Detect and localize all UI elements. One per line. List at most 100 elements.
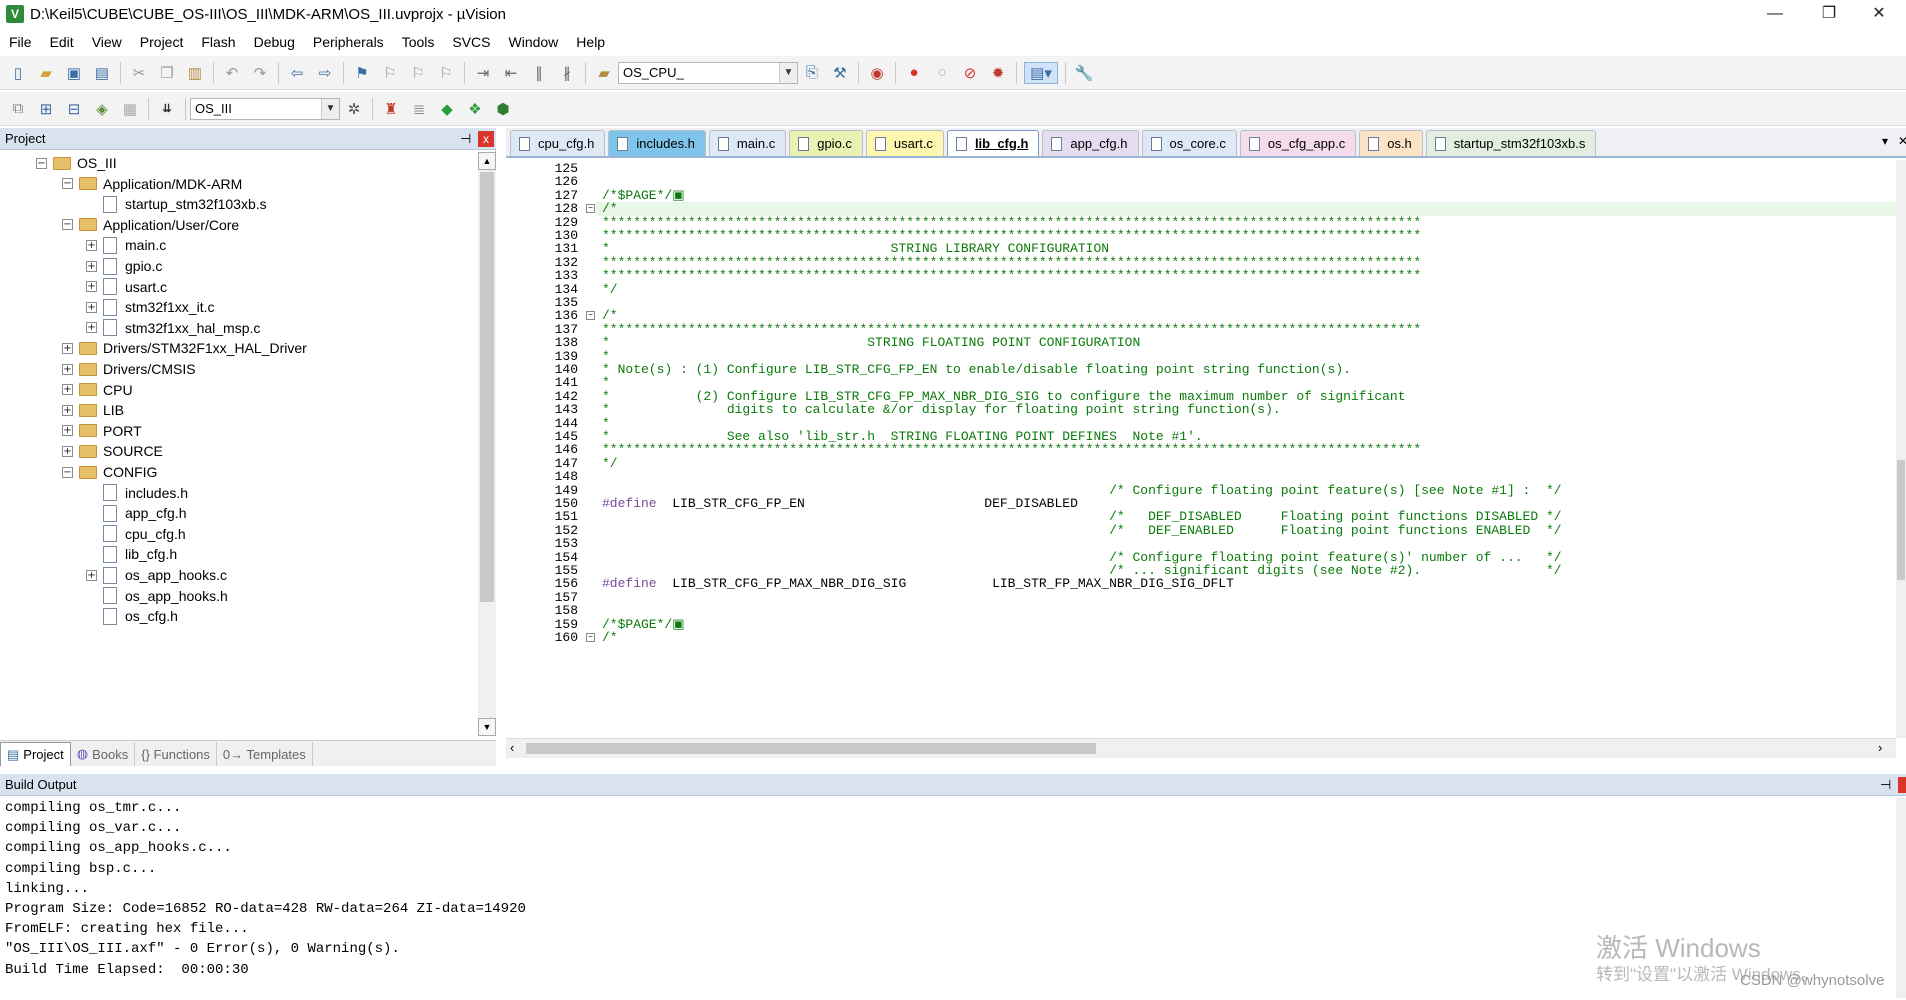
collapse-icon[interactable]: − [62,466,73,478]
expand-icon[interactable]: + [62,445,73,457]
menu-tools[interactable]: Tools [393,34,444,50]
tab-templates[interactable]: 0→ Templates [217,742,313,766]
tab-functions[interactable]: {} Functions [135,742,217,766]
pin-icon[interactable]: ⊣ [460,131,471,147]
tree-item[interactable]: os_app_hooks.h [86,585,228,607]
tree-item[interactable]: + main.c [86,234,166,256]
chevron-down-icon[interactable]: ▼ [779,62,797,83]
find-icon[interactable]: ⎘ [801,62,823,84]
prev-bookmark-icon[interactable]: ⚐ [379,62,401,84]
code-area[interactable]: 125 126 127/*$PAGE*/▣ 128−/* 129 ************… [506,160,1896,738]
tree-item[interactable]: startup_stm32f103xb.s [86,193,267,215]
tree-item[interactable]: − Application/User/Core [62,214,239,236]
insert-breakpoint-icon[interactable]: ● [903,62,925,84]
tree-item[interactable]: + gpio.c [86,255,162,277]
tree-item[interactable]: + usart.c [86,276,167,298]
redo-icon[interactable]: ↷ [249,62,271,84]
configure-icon[interactable]: 🔧 [1073,62,1095,84]
expand-icon[interactable]: + [62,404,73,416]
scroll-right-icon[interactable]: › [1878,740,1882,755]
fold-toggle-icon[interactable]: − [586,204,595,214]
editor-vscroll-thumb[interactable] [1897,460,1905,580]
save-all-icon[interactable]: ▤ [91,62,113,84]
collapse-icon[interactable]: − [62,219,73,231]
disable-breakpoints-icon[interactable]: ⊘ [959,62,981,84]
menu-help[interactable]: Help [567,34,614,50]
uncomment-icon[interactable]: ∦ [556,62,578,84]
incremental-find-icon[interactable]: ⚒ [829,62,851,84]
project-scrollbar[interactable]: ▲ ▼ [478,152,496,736]
translate-icon[interactable]: ⧉ [7,98,29,120]
undo-icon[interactable]: ↶ [221,62,243,84]
target-options-icon[interactable]: ✲ [343,98,365,120]
copy-icon[interactable]: ❐ [156,62,178,84]
menu-flash[interactable]: Flash [192,34,244,50]
paste-icon[interactable]: ▥ [184,62,206,84]
editor-tab[interactable]: lib_cfg.h [946,130,1040,156]
close-panel-icon[interactable] [1898,777,1906,793]
scroll-left-icon[interactable]: ‹ [510,740,514,755]
expand-icon[interactable]: + [62,384,73,396]
download-load-icon[interactable]: ⇊ [156,98,178,120]
cut-icon[interactable]: ✂ [128,62,150,84]
expand-icon[interactable]: + [86,260,97,272]
tab-books[interactable]: ◍ Books [71,742,136,766]
tree-item[interactable]: includes.h [86,482,188,504]
editor-tab[interactable]: cpu_cfg.h [510,130,606,156]
menu-file[interactable]: File [0,34,41,50]
editor-tab[interactable]: usart.c [865,130,944,156]
start-debug-icon[interactable]: ◉ [866,62,888,84]
tree-item[interactable]: − Application/MDK-ARM [62,173,242,195]
scroll-up-icon[interactable]: ▲ [478,152,496,170]
pin-icon[interactable]: ⊣ [1880,777,1891,793]
manage-project-items-icon[interactable]: ♜ [380,98,402,120]
editor-tab[interactable]: os.h [1359,130,1423,156]
tree-item[interactable]: + Drivers/STM32F1xx_HAL_Driver [62,337,307,359]
tree-item[interactable]: lib_cfg.h [86,543,177,565]
expand-icon[interactable]: + [86,239,97,251]
project-scroll-thumb[interactable] [480,172,494,602]
menu-svcs[interactable]: SVCS [443,34,499,50]
indent-icon[interactable]: ⇥ [472,62,494,84]
comment-icon[interactable]: ∥ [528,62,550,84]
tree-item[interactable]: + SOURCE [62,440,163,462]
menu-debug[interactable]: Debug [245,34,304,50]
batch-build-icon[interactable]: ◈ [91,98,113,120]
editor-hscroll-thumb[interactable] [526,743,1096,754]
editor-tab[interactable]: includes.h [608,130,706,156]
menu-peripherals[interactable]: Peripherals [304,34,393,50]
expand-icon[interactable]: + [62,425,73,437]
editor-tab[interactable]: os_core.c [1141,130,1237,156]
rebuild-icon[interactable]: ⊟ [63,98,85,120]
bookmark-icon[interactable]: ⚑ [351,62,373,84]
editor-tab[interactable]: os_cfg_app.c [1239,130,1357,156]
clear-bookmarks-icon[interactable]: ⚐ [435,62,457,84]
fold-toggle-icon[interactable]: − [586,311,595,321]
tree-item[interactable]: cpu_cfg.h [86,523,186,545]
editor-hscrollbar[interactable]: ‹ › [506,738,1896,758]
expand-icon[interactable]: + [62,363,73,375]
next-bookmark-icon[interactable]: ⚐ [407,62,429,84]
expand-icon[interactable]: + [62,342,73,354]
editor-vscrollbar[interactable] [1896,160,1906,738]
build-output-scrollbar[interactable] [1896,798,1906,998]
menu-view[interactable]: View [83,34,131,50]
build-icon[interactable]: ⊞ [35,98,57,120]
collapse-icon[interactable]: − [36,157,47,169]
close-panel-icon[interactable]: x [478,131,494,147]
tab-list-icon[interactable]: ▾ [1882,134,1888,148]
editor-tab[interactable]: app_cfg.h [1042,130,1139,156]
maximize-button[interactable]: ❐ [1806,0,1852,28]
tab-project[interactable]: ▤ Project [0,742,71,766]
target-combo[interactable]: OS_III ▼ [190,97,340,120]
menu-edit[interactable]: Edit [41,34,83,50]
editor-tab[interactable]: startup_stm32f103xb.s [1425,130,1597,156]
select-packs-icon[interactable]: ≣ [408,98,430,120]
menu-window[interactable]: Window [500,34,568,50]
tree-item[interactable]: + LIB [62,399,124,421]
new-file-icon[interactable]: ▯ [7,62,29,84]
manage-rte-icon[interactable]: ◆ [436,98,458,120]
tree-item[interactable]: + Drivers/CMSIS [62,358,196,380]
fold-toggle-icon[interactable]: − [586,633,595,642]
window-layout-icon[interactable]: ▤▾ [1024,61,1058,84]
